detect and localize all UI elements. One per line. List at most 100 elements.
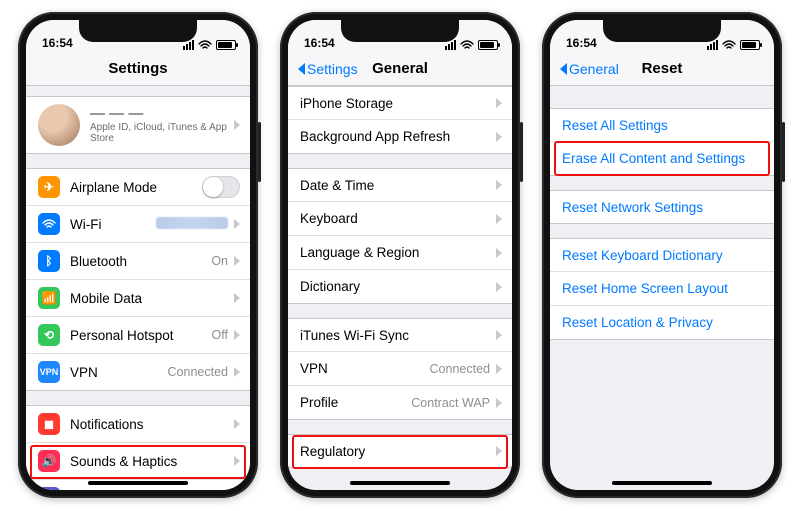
bluetooth-icon: ᛒ — [38, 250, 60, 272]
row-reset-location-privacy[interactable]: Reset Location & Privacy — [550, 306, 774, 340]
row-regulatory[interactable]: Regulatory — [288, 434, 512, 468]
row-mobile-data[interactable]: 📶 Mobile Data — [26, 280, 250, 317]
row-keyboard[interactable]: Keyboard — [288, 202, 512, 236]
label: Language & Region — [300, 245, 496, 260]
row-background-app-refresh[interactable]: Background App Refresh — [288, 120, 512, 154]
chevron-right-icon — [496, 364, 502, 374]
row-dictionary[interactable]: Dictionary — [288, 270, 512, 304]
chevron-right-icon — [496, 446, 502, 456]
back-label: Settings — [307, 61, 358, 77]
label: Sounds & Haptics — [70, 454, 234, 469]
value: Off — [212, 328, 228, 342]
back-button[interactable]: Settings — [294, 52, 362, 85]
screen: 16:54 Settings — — — Apple ID, iCloud, — [26, 20, 250, 490]
reset-list[interactable]: Reset All Settings Erase All Content and… — [550, 86, 774, 340]
wifi-icon — [460, 40, 474, 50]
chevron-right-icon — [496, 98, 502, 108]
chevron-right-icon — [234, 256, 240, 266]
phone-reset: 16:54 General Reset Reset All Settings — [542, 12, 782, 498]
cellular-icon: 📶 — [38, 287, 60, 309]
label: Reset Home Screen Layout — [562, 281, 764, 296]
chevron-right-icon — [234, 120, 240, 130]
row-vpn[interactable]: VPN VPN Connected — [26, 354, 250, 391]
label: Keyboard — [300, 211, 496, 226]
general-list[interactable]: iPhone Storage Background App Refresh Da… — [288, 86, 512, 490]
value: On — [211, 254, 228, 268]
row-bluetooth[interactable]: ᛒ Bluetooth On — [26, 243, 250, 280]
chevron-left-icon — [560, 63, 567, 75]
row-notifications[interactable]: ◼ Notifications — [26, 405, 250, 443]
row-itunes-wifi-sync[interactable]: iTunes Wi-Fi Sync — [288, 318, 512, 352]
screen: 16:54 General Reset Reset All Settings — [550, 20, 774, 490]
label: Airplane Mode — [70, 180, 202, 195]
row-reset-network-settings[interactable]: Reset Network Settings — [550, 190, 774, 224]
value: Contract WAP — [411, 396, 490, 410]
navbar: Settings — [26, 52, 250, 86]
label: Profile — [300, 395, 411, 410]
chevron-right-icon — [496, 214, 502, 224]
row-reset-home-screen-layout[interactable]: Reset Home Screen Layout — [550, 272, 774, 306]
chevron-right-icon — [234, 293, 240, 303]
label: iPhone Storage — [300, 96, 496, 111]
chevron-right-icon — [234, 419, 240, 429]
phone-settings: 16:54 Settings — — — Apple ID, iCloud, — [18, 12, 258, 498]
home-indicator[interactable] — [350, 481, 450, 485]
notch — [603, 20, 721, 42]
label: Dictionary — [300, 279, 496, 294]
chevron-right-icon — [234, 330, 240, 340]
row-erase-all-content[interactable]: Erase All Content and Settings — [550, 142, 774, 176]
row-sounds[interactable]: 🔊 Sounds & Haptics — [26, 443, 250, 480]
home-indicator[interactable] — [88, 481, 188, 485]
label: Reset Location & Privacy — [562, 315, 764, 330]
value: Connected — [430, 362, 490, 376]
row-personal-hotspot[interactable]: ⟲ Personal Hotspot Off — [26, 317, 250, 354]
chevron-right-icon — [496, 132, 502, 142]
battery-icon — [216, 40, 236, 50]
notch — [79, 20, 197, 42]
value: Connected — [168, 365, 228, 379]
row-language-region[interactable]: Language & Region — [288, 236, 512, 270]
vpn-icon: VPN — [38, 361, 60, 383]
home-indicator[interactable] — [612, 481, 712, 485]
chevron-right-icon — [496, 398, 502, 408]
wifi-icon — [722, 40, 736, 50]
status-time: 16:54 — [42, 36, 73, 50]
row-wifi[interactable]: Wi-Fi — [26, 206, 250, 243]
wifi-value — [156, 217, 228, 232]
row-reset-keyboard-dictionary[interactable]: Reset Keyboard Dictionary — [550, 238, 774, 272]
row-vpn[interactable]: VPN Connected — [288, 352, 512, 386]
notifications-icon: ◼ — [38, 413, 60, 435]
row-profile[interactable]: Profile Contract WAP — [288, 386, 512, 420]
row-apple-id[interactable]: — — — Apple ID, iCloud, iTunes & App Sto… — [26, 96, 250, 154]
chevron-right-icon — [496, 282, 502, 292]
settings-list[interactable]: — — — Apple ID, iCloud, iTunes & App Sto… — [26, 86, 250, 490]
airplane-icon: ✈ — [38, 176, 60, 198]
label: Reset Network Settings — [562, 200, 764, 215]
back-label: General — [569, 61, 619, 77]
row-date-time[interactable]: Date & Time — [288, 168, 512, 202]
chevron-right-icon — [234, 219, 240, 229]
sounds-icon: 🔊 — [38, 450, 60, 472]
wifi-icon — [38, 213, 60, 235]
navbar: General Reset — [550, 52, 774, 86]
label: Reset All Settings — [562, 118, 764, 133]
back-button[interactable]: General — [556, 52, 623, 85]
chevron-right-icon — [234, 367, 240, 377]
label: Background App Refresh — [300, 129, 496, 144]
chevron-left-icon — [298, 63, 305, 75]
status-time: 16:54 — [304, 36, 335, 50]
row-airplane-mode[interactable]: ✈ Airplane Mode — [26, 168, 250, 206]
label: Date & Time — [300, 178, 496, 193]
label: Mobile Data — [70, 291, 234, 306]
page-title: Settings — [108, 60, 167, 77]
page-title: General — [372, 60, 428, 77]
label: Personal Hotspot — [70, 328, 212, 343]
avatar — [38, 104, 80, 146]
row-iphone-storage[interactable]: iPhone Storage — [288, 86, 512, 120]
page-title: Reset — [642, 60, 683, 77]
label: VPN — [70, 365, 168, 380]
chevron-right-icon — [234, 456, 240, 466]
screen: 16:54 Settings General iPhone Storage — [288, 20, 512, 490]
airplane-toggle[interactable] — [202, 176, 240, 198]
row-reset-all-settings[interactable]: Reset All Settings — [550, 108, 774, 142]
